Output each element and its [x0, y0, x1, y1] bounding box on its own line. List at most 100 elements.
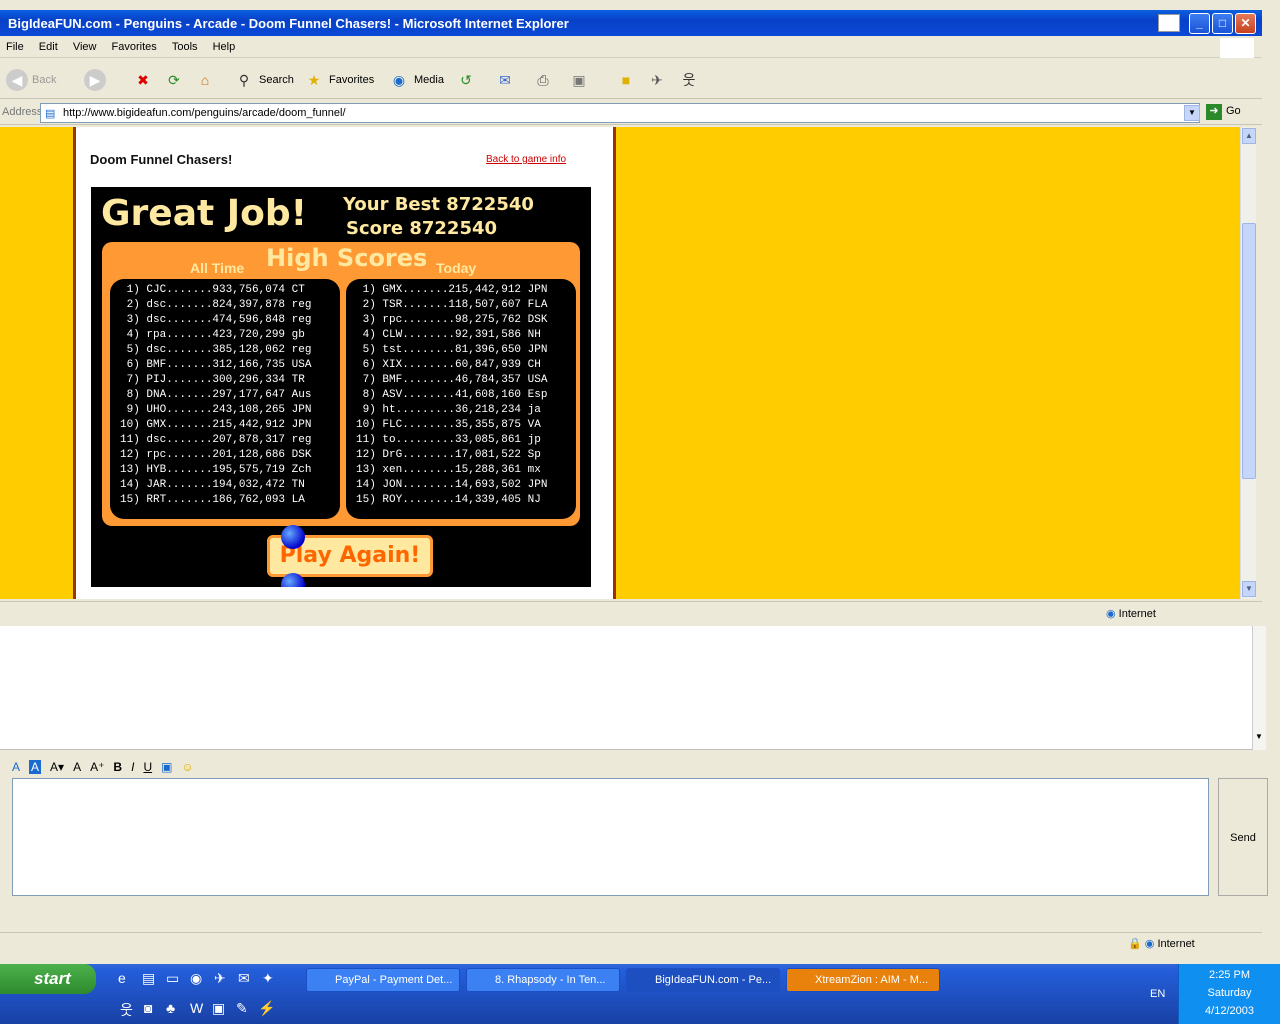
message-input[interactable] — [12, 778, 1209, 896]
aim-quicklaunch-icon[interactable]: 웃 — [120, 1000, 133, 1020]
printer-icon: ⎙ — [537, 71, 549, 88]
mail-button[interactable]: ✉ — [494, 67, 520, 93]
media-quicklaunch-icon[interactable]: ◉ — [190, 970, 202, 987]
score-row: 8) ASV........41,608,160 Esp — [356, 389, 548, 401]
globe-icon: ◉ — [1144, 938, 1155, 950]
edit-icon: ▣ — [572, 71, 586, 88]
app-quicklaunch-icon[interactable]: ✉ — [238, 970, 250, 987]
menu-tools[interactable]: Tools — [166, 38, 204, 56]
ie-quicklaunch-icon[interactable]: e — [118, 970, 126, 986]
forward-button[interactable]: ▶ — [84, 67, 110, 93]
app-quicklaunch-icon[interactable]: ▣ — [212, 1000, 225, 1017]
lock-icon: 🔒 — [1128, 938, 1142, 950]
discuss-button[interactable]: ■ — [615, 67, 641, 93]
app-quicklaunch-icon[interactable]: ✈ — [214, 970, 226, 987]
menu-favorites[interactable]: Favorites — [106, 38, 163, 56]
media-button[interactable]: ◉ Media — [388, 67, 444, 93]
home-button[interactable]: ⌂ — [194, 67, 220, 93]
toolbar: ◀ Back ▶ ✖ ⟳ ⌂ ⚲ Search ★ Favorites ◉ Media … — [0, 59, 1262, 99]
refresh-button[interactable]: ⟳ — [163, 67, 189, 93]
note-icon: ■ — [621, 72, 631, 88]
scroll-down-icon[interactable]: ▼ — [1255, 732, 1263, 741]
start-button[interactable]: start — [0, 964, 96, 994]
today-score-list: 1) GMX.......215,442,912 JPN 2) TSR.....… — [346, 279, 576, 519]
title-bar: BigIdeaFUN.com - Penguins - Arcade - Doo… — [0, 10, 1262, 36]
tools-button[interactable]: ✈ — [646, 67, 672, 93]
mail-icon: ✉ — [499, 71, 511, 88]
underline-icon[interactable]: U — [143, 760, 152, 774]
game-area[interactable]: Great Job! Your Best 8722540 Score 87225… — [91, 187, 591, 587]
format-toolbar: A A A▾ A A⁺ B I U ▣ ☺ — [12, 756, 194, 778]
globe-icon: ◉ — [1106, 608, 1116, 620]
app-quicklaunch-icon[interactable]: ✎ — [236, 1000, 248, 1017]
app-quicklaunch-icon[interactable]: ✦ — [262, 970, 274, 987]
messenger-button[interactable]: 웃 — [678, 67, 704, 93]
page-viewport: Doom Funnel Chasers! Back to game info G… — [0, 127, 1240, 599]
font-size-decrease-icon[interactable]: A▾ — [50, 760, 64, 774]
clock-date: 4/12/2003 — [1205, 1005, 1254, 1017]
chat-history — [0, 626, 1252, 750]
menu-edit[interactable]: Edit — [33, 38, 64, 56]
score-row: 8) DNA.......297,177,647 Aus — [120, 389, 312, 401]
maximize-button[interactable]: □ — [1212, 13, 1233, 34]
messenger-icon: 웃 — [682, 72, 696, 88]
status-bar: ◉ Internet — [0, 601, 1262, 623]
font-size-increase-icon[interactable]: A⁺ — [90, 760, 104, 774]
scroll-down-icon[interactable]: ▼ — [1242, 581, 1256, 597]
restore-icon[interactable] — [1158, 14, 1180, 32]
page-content: Doom Funnel Chasers! Back to game info G… — [73, 127, 616, 599]
app-quicklaunch-icon[interactable]: ♣ — [166, 1000, 175, 1016]
task-bigideafun[interactable]: BigIdeaFUN.com - Pe... — [626, 968, 780, 992]
address-dropdown-icon[interactable]: ▼ — [1184, 105, 1200, 121]
edit-button[interactable]: ▣ — [568, 67, 594, 93]
print-button[interactable]: ⎙ — [532, 67, 558, 93]
aim-status-bar: 🔒 ◉ Internet — [0, 932, 1262, 952]
stop-button[interactable]: ✖ — [132, 67, 158, 93]
close-button[interactable]: ✕ — [1235, 13, 1256, 34]
score-summary: Your Best 8722540 Score 8722540 — [343, 193, 534, 241]
italic-icon[interactable]: I — [131, 760, 134, 774]
menu-help[interactable]: Help — [207, 38, 242, 56]
vertical-scrollbar[interactable]: ▲ ▼ — [1240, 127, 1256, 599]
clock-day: Saturday — [1207, 987, 1252, 999]
text-color-icon[interactable]: A — [12, 760, 20, 774]
background-color-icon[interactable]: A — [29, 760, 42, 774]
word-quicklaunch-icon[interactable]: W — [190, 1000, 203, 1016]
task-aim[interactable]: XtreamZion : AIM - M... — [786, 968, 940, 992]
minimize-button[interactable]: _ — [1189, 13, 1210, 34]
task-rhapsody[interactable]: 8. Rhapsody - In Ten... — [466, 968, 620, 992]
smiley-icon[interactable]: ☺ — [181, 760, 193, 774]
score-row: 7) BMF........46,784,357 USA — [356, 374, 548, 386]
history-button[interactable]: ↺ — [455, 67, 481, 93]
chat-history-scrollbar[interactable]: ▼ — [1252, 626, 1266, 750]
folder-quicklaunch-icon[interactable]: ▭ — [166, 970, 179, 987]
scroll-thumb[interactable] — [1242, 223, 1256, 479]
language-indicator[interactable]: EN — [1150, 988, 1165, 1000]
back-arrow-icon: ◀ — [6, 69, 28, 91]
menu-file[interactable]: File — [0, 38, 30, 56]
address-input[interactable]: ▤ http://www.bigideafun.com/penguins/arc… — [40, 103, 1200, 123]
favorites-button[interactable]: ★ Favorites — [303, 67, 375, 93]
go-button[interactable]: ➜ Go — [1206, 104, 1241, 120]
scroll-up-icon[interactable]: ▲ — [1242, 128, 1256, 144]
score-row: 6) BMF.......312,166,735 USA — [120, 359, 312, 371]
score-row: 2) dsc.......824,397,878 reg — [120, 299, 312, 311]
game-title: Doom Funnel Chasers! — [90, 152, 233, 167]
great-job-text: Great Job! — [101, 193, 308, 234]
search-button[interactable]: ⚲ Search — [233, 67, 294, 93]
back-to-game-info-link[interactable]: Back to game info — [486, 154, 566, 165]
back-button[interactable]: ◀ Back — [6, 67, 56, 93]
explorer-quicklaunch-icon[interactable]: ▤ — [142, 970, 155, 987]
task-paypal[interactable]: PayPal - Payment Det... — [306, 968, 460, 992]
menu-view[interactable]: View — [67, 38, 103, 56]
all-time-score-list: 1) CJC.......933,756,074 CT 2) dsc......… — [110, 279, 340, 519]
address-url: http://www.bigideafun.com/penguins/arcad… — [63, 107, 346, 119]
insert-image-icon[interactable]: ▣ — [161, 760, 172, 774]
score-row: 9) UHO.......243,108,265 JPN — [120, 404, 312, 416]
send-button[interactable]: Send — [1218, 778, 1268, 896]
app-quicklaunch-icon[interactable]: ⚡ — [258, 1000, 275, 1017]
high-scores-panel: High Scores All Time Today 1) CJC.......… — [102, 242, 580, 526]
font-size-normal-icon[interactable]: A — [73, 760, 81, 774]
app-quicklaunch-icon[interactable]: ◙ — [144, 1000, 152, 1016]
bold-icon[interactable]: B — [113, 760, 122, 774]
